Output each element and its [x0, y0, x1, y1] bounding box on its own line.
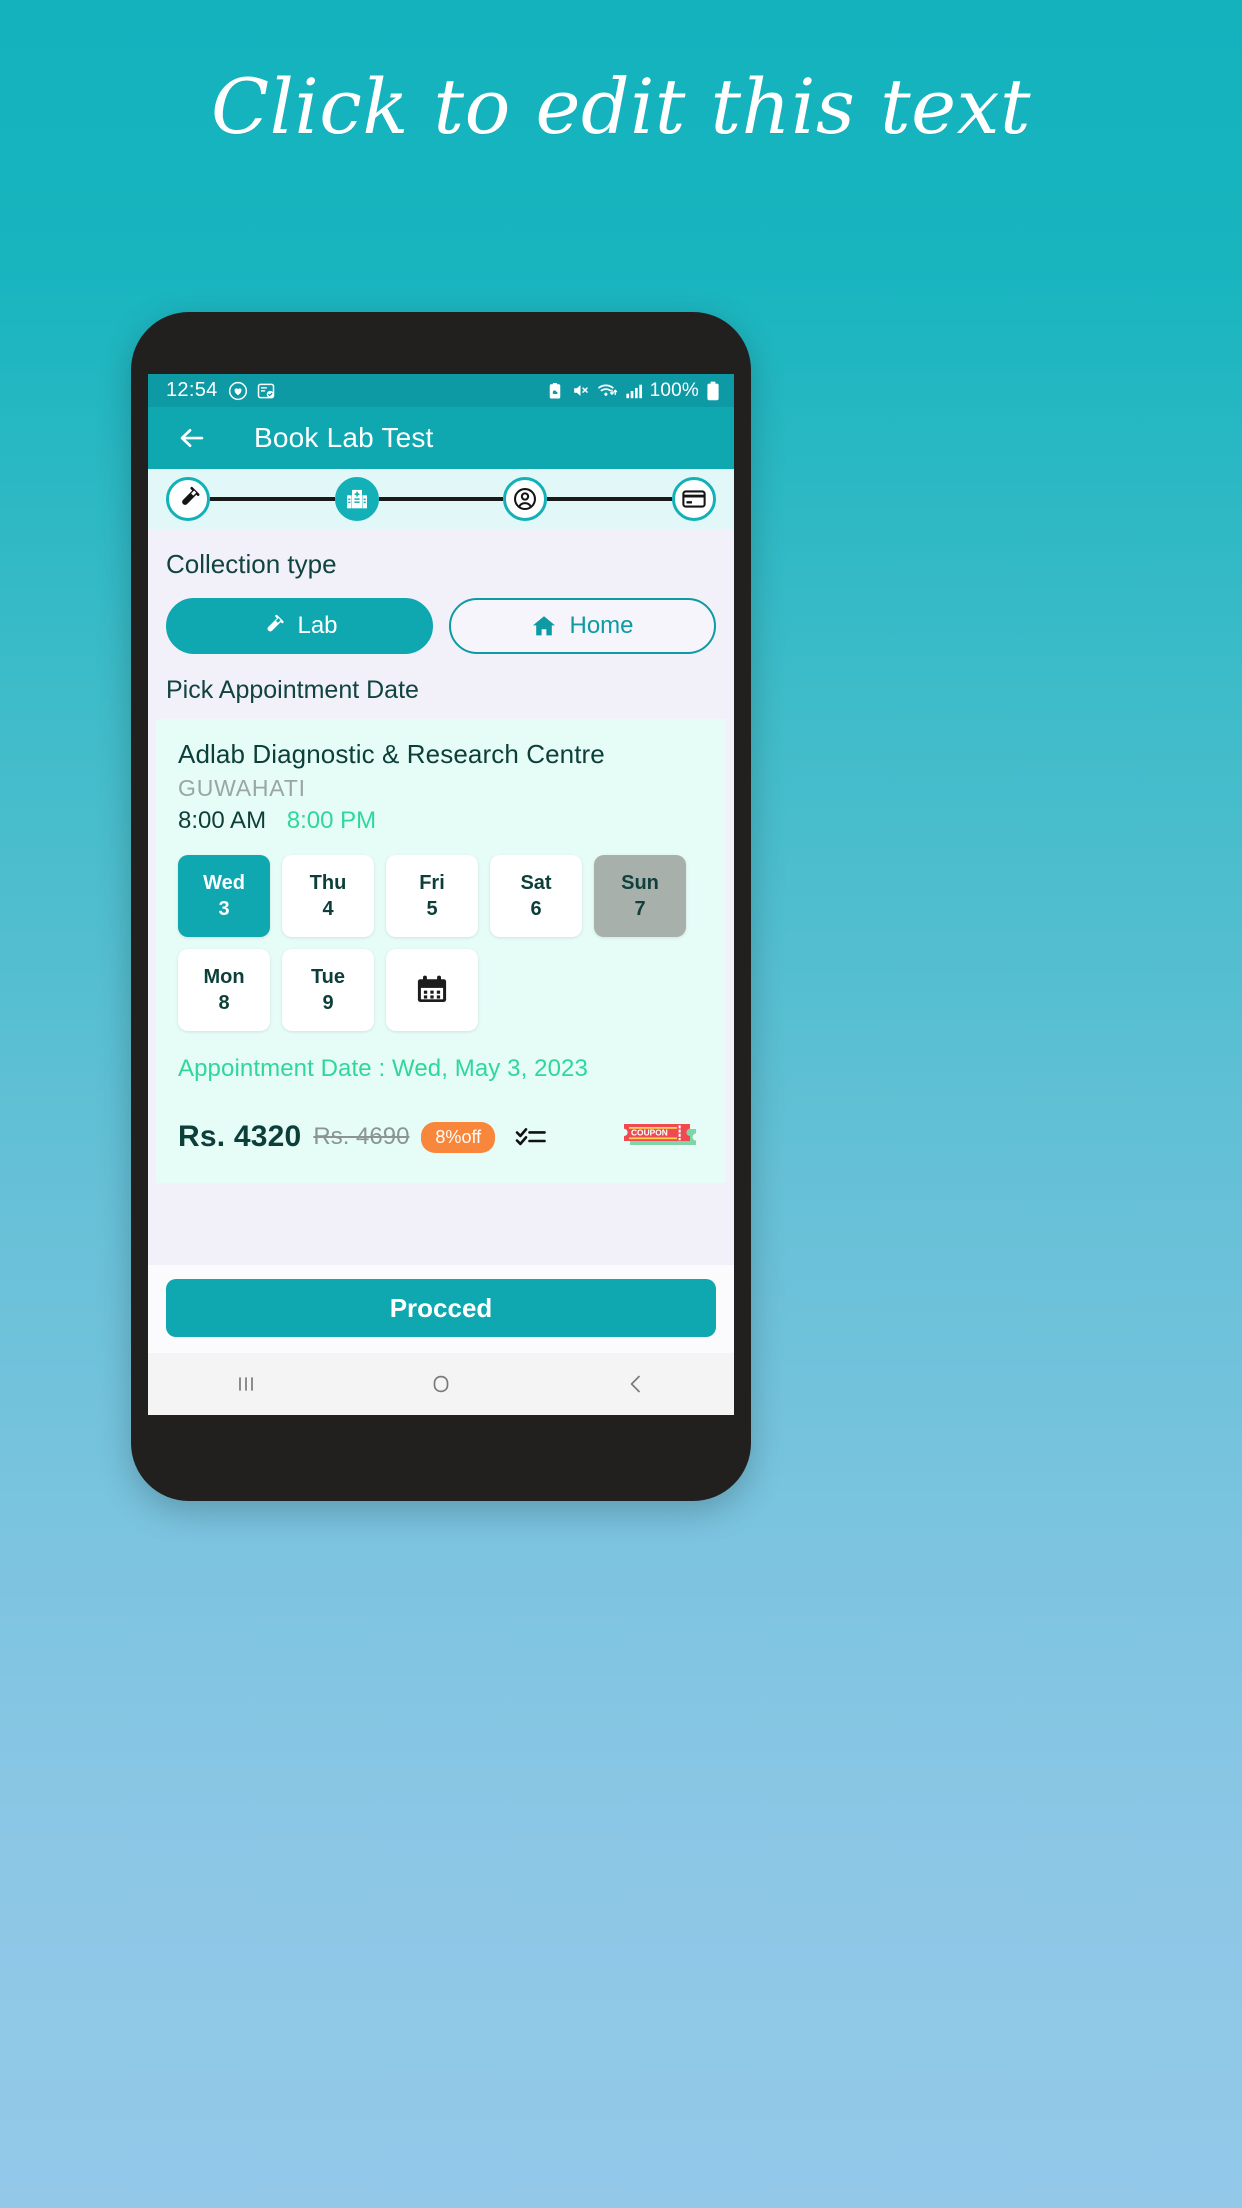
- date-chip-day: 6: [530, 897, 542, 920]
- collection-option-home[interactable]: Home: [449, 598, 716, 654]
- date-chip[interactable]: Thu 4: [282, 855, 374, 937]
- date-chip[interactable]: Mon 8: [178, 949, 270, 1031]
- status-right-icons: 100%: [546, 380, 720, 402]
- battery-full-icon: [706, 381, 720, 401]
- status-left-icons: [228, 381, 276, 401]
- collection-option-label: Lab: [297, 612, 338, 639]
- page-title: Book Lab Test: [254, 422, 434, 453]
- clipboard-cloud-icon: [546, 382, 564, 400]
- clinic-hours: 8:00 AM 8:00 PM: [178, 807, 704, 835]
- checklist-icon[interactable]: [515, 1124, 547, 1150]
- proceed-button[interactable]: Procced: [166, 1279, 716, 1337]
- selected-appointment-date: Appointment Date : Wed, May 3, 2023: [178, 1055, 588, 1082]
- price-original: Rs. 4690: [313, 1123, 410, 1150]
- step-connector: [378, 497, 504, 501]
- collection-type-options: Lab Home: [148, 580, 734, 654]
- date-chip-dow: Thu: [309, 871, 347, 894]
- open-calendar-button[interactable]: [386, 949, 478, 1031]
- date-chip-day: 8: [218, 991, 230, 1014]
- nav-home-button[interactable]: [396, 1353, 486, 1415]
- bottom-action-bar: Procced: [148, 1265, 734, 1353]
- date-chip-dow: Wed: [203, 871, 245, 894]
- collection-option-lab[interactable]: Lab: [166, 598, 433, 654]
- date-chip-day: 3: [218, 897, 230, 920]
- price-current: Rs. 4320: [178, 1120, 302, 1153]
- back-arrow-icon: [177, 423, 207, 453]
- recents-icon: [233, 1371, 259, 1397]
- test-tube-icon: [261, 614, 285, 638]
- date-chip-day: 4: [322, 897, 334, 920]
- nav-recents-button[interactable]: [201, 1353, 291, 1415]
- back-button[interactable]: [172, 418, 212, 458]
- clinic-open-time: 8:00 AM: [178, 807, 267, 834]
- date-chip: Sun 7: [594, 855, 686, 937]
- date-chip-day: 5: [426, 897, 438, 920]
- date-chip[interactable]: Tue 9: [282, 949, 374, 1031]
- date-chip-day: 9: [322, 991, 334, 1014]
- page-headline: Click to edit this text: [210, 62, 1031, 151]
- mute-icon: [571, 381, 590, 400]
- date-chip-dow: Sat: [520, 871, 552, 894]
- pick-appointment-date-label: Pick Appointment Date: [166, 676, 419, 704]
- person-icon: [512, 486, 538, 512]
- heart-circle-icon: [228, 381, 248, 401]
- phone-screen: 12:54 100% Book Lab Test Collection type…: [148, 374, 734, 1415]
- nav-back-button[interactable]: [591, 1353, 681, 1415]
- step-hospital[interactable]: [334, 477, 379, 521]
- app-bar: Book Lab Test: [148, 407, 734, 469]
- date-chip-dow: Sun: [621, 871, 659, 894]
- date-chip-day: 7: [634, 897, 646, 920]
- task-check-icon: [256, 381, 276, 401]
- clinic-name: Adlab Diagnostic & Research Centre: [178, 739, 605, 769]
- coupon-button[interactable]: COUPON: [622, 1117, 704, 1157]
- collection-option-label: Home: [569, 612, 634, 639]
- step-connector: [547, 497, 673, 501]
- coupon-label: COUPON: [631, 1127, 668, 1137]
- wifi-transfer-icon: [597, 381, 618, 400]
- date-chip-dow: Mon: [203, 965, 245, 988]
- price-row: Rs. 4320 Rs. 4690 8%off COUPON: [178, 1117, 704, 1157]
- calendar-icon: [414, 972, 450, 1008]
- collection-type-label: Collection type: [166, 549, 337, 579]
- hospital-icon: [344, 486, 370, 512]
- date-chip[interactable]: Sat 6: [490, 855, 582, 937]
- date-chip[interactable]: Fri 5: [386, 855, 478, 937]
- home-icon: [531, 613, 557, 639]
- date-chip-grid: Wed 3 Thu 4 Fri 5 Sat 6 Sun 7 Mon 8 Tue …: [178, 855, 704, 1031]
- status-bar: 12:54 100%: [148, 374, 734, 407]
- step-connector: [210, 497, 335, 501]
- status-time: 12:54: [166, 379, 218, 401]
- home-circle-icon: [428, 1371, 454, 1397]
- battery-percent-label: 100%: [649, 379, 699, 401]
- discount-badge: 8%off: [421, 1121, 496, 1153]
- step-test-tube[interactable]: [166, 477, 210, 521]
- test-tube-icon: [175, 486, 201, 512]
- clinic-close-time: 8:00 PM: [286, 807, 377, 834]
- signal-bars-icon: [625, 382, 643, 400]
- back-chevron-icon: [623, 1371, 649, 1397]
- phone-frame: 12:54 100% Book Lab Test Collection type…: [131, 312, 751, 1501]
- android-nav-bar: [148, 1353, 734, 1415]
- credit-card-icon: [681, 486, 707, 512]
- date-chip[interactable]: Wed 3: [178, 855, 270, 937]
- date-chip-dow: Tue: [310, 965, 346, 988]
- clinic-city: GUWAHATI: [178, 775, 306, 801]
- booking-stepper: [148, 469, 734, 529]
- clinic-card: Adlab Diagnostic & Research Centre GUWAH…: [156, 719, 726, 1183]
- date-chip-dow: Fri: [419, 871, 445, 894]
- step-payment[interactable]: [672, 477, 717, 521]
- step-person[interactable]: [503, 477, 548, 521]
